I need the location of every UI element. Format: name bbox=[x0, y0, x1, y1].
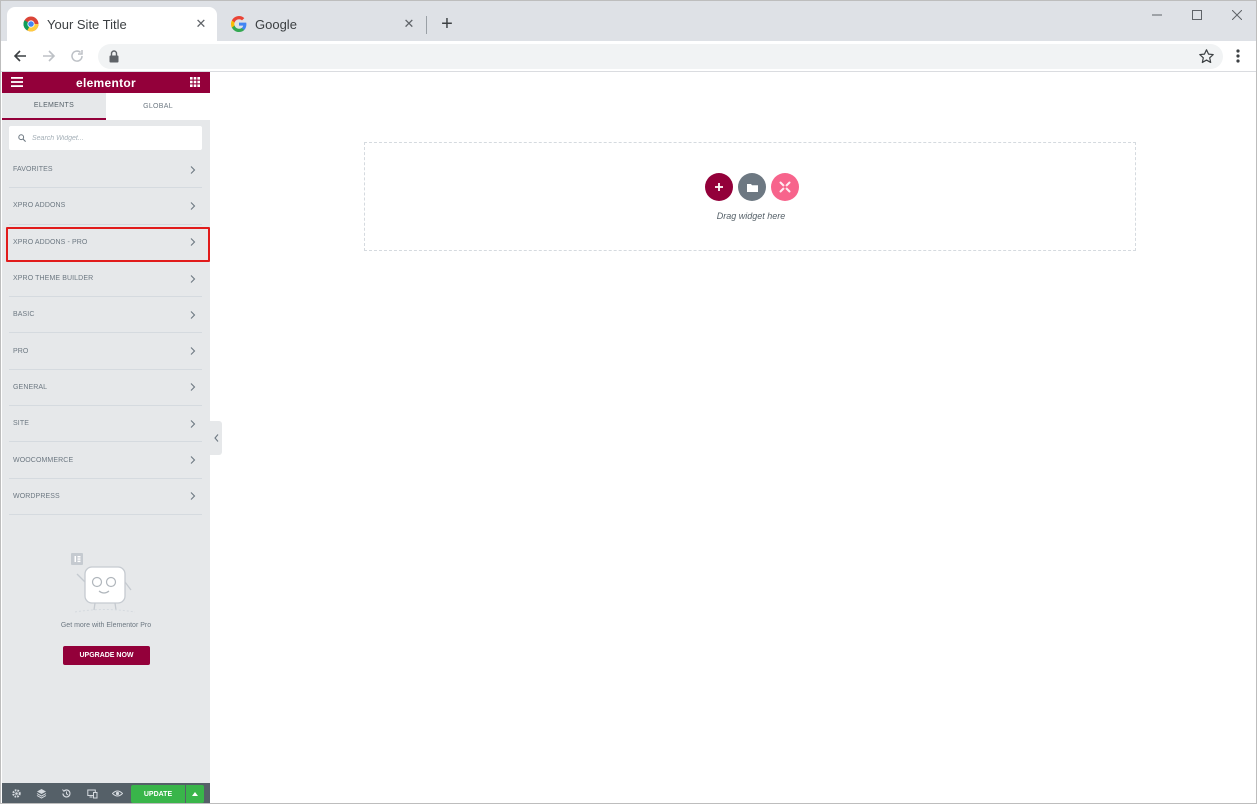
address-bar[interactable] bbox=[98, 44, 1223, 69]
category-woocommerce[interactable]: WOOCOMMERCE bbox=[9, 442, 202, 479]
category-label: WORDPRESS bbox=[13, 492, 60, 500]
category-label: WOOCOMMERCE bbox=[13, 456, 74, 464]
category-label: XPRO ADDONS bbox=[13, 202, 66, 210]
arrow-left-icon bbox=[13, 50, 26, 62]
folder-icon bbox=[746, 183, 758, 192]
tab-title: Google bbox=[255, 16, 297, 32]
panel-header: elementor bbox=[2, 72, 210, 93]
category-label: BASIC bbox=[13, 311, 35, 319]
browser-menu-button[interactable] bbox=[1229, 46, 1247, 66]
widget-search bbox=[9, 126, 202, 150]
category-general[interactable]: GENERAL bbox=[9, 370, 202, 407]
caret-up-icon bbox=[192, 792, 198, 796]
chevron-left-icon bbox=[213, 434, 218, 442]
category-label: PRO bbox=[13, 347, 29, 355]
tab-global[interactable]: GLOBAL bbox=[106, 93, 210, 120]
tab-google[interactable]: Google ✕ bbox=[215, 7, 425, 41]
chevron-right-icon bbox=[190, 310, 196, 319]
panel-tabs: ELEMENTS GLOBAL bbox=[2, 93, 210, 120]
history-icon[interactable] bbox=[61, 788, 72, 799]
chevron-right-icon bbox=[190, 347, 196, 356]
lock-icon bbox=[109, 50, 119, 63]
tab-elements[interactable]: ELEMENTS bbox=[2, 93, 106, 120]
chevron-right-icon bbox=[190, 456, 196, 464]
add-section-button[interactable] bbox=[705, 173, 733, 201]
elementor-panel: elementor ELEMENTS GLOBAL FAVORITES XPRO… bbox=[2, 72, 210, 803]
category-site[interactable]: SITE bbox=[9, 406, 202, 443]
chevron-right-icon bbox=[190, 492, 196, 501]
elementor-pro-mascot-icon bbox=[71, 553, 136, 613]
maximize-icon bbox=[1192, 10, 1202, 20]
tab-strip: Your Site Title ✕ Google ✕ + bbox=[1, 1, 1256, 41]
tab-your-site-title[interactable]: Your Site Title ✕ bbox=[7, 7, 217, 41]
category-label: XPRO THEME BUILDER bbox=[13, 275, 94, 283]
back-button[interactable] bbox=[9, 45, 31, 67]
chevron-right-icon bbox=[190, 165, 196, 174]
maximize-button[interactable] bbox=[1185, 5, 1209, 25]
layers-icon[interactable] bbox=[36, 788, 47, 799]
close-icon bbox=[1232, 10, 1242, 20]
responsive-mode-icon[interactable] bbox=[87, 788, 98, 799]
category-label: FAVORITES bbox=[13, 166, 53, 174]
upgrade-now-button[interactable]: UPGRADE NOW bbox=[63, 646, 150, 665]
settings-gear-icon[interactable] bbox=[11, 788, 22, 799]
hamburger-menu-icon[interactable] bbox=[11, 77, 23, 87]
update-button[interactable]: UPDATE bbox=[131, 785, 185, 803]
chevron-right-icon bbox=[190, 238, 196, 247]
new-tab-button[interactable]: + bbox=[437, 13, 457, 35]
category-favorites[interactable]: FAVORITES bbox=[9, 152, 202, 189]
category-label: SITE bbox=[13, 420, 29, 428]
reload-icon bbox=[71, 50, 83, 62]
chrome-icon bbox=[23, 16, 39, 32]
search-input[interactable] bbox=[32, 134, 192, 142]
close-tab-icon[interactable]: ✕ bbox=[401, 16, 417, 32]
preview-eye-icon[interactable] bbox=[112, 788, 123, 799]
category-pro[interactable]: PRO bbox=[9, 333, 202, 370]
widgets-grid-icon[interactable] bbox=[190, 77, 200, 87]
update-options-button[interactable] bbox=[186, 785, 204, 803]
category-xpro-addons-pro[interactable]: XPRO ADDONS - PRO bbox=[9, 225, 202, 261]
kebab-menu-icon bbox=[1236, 49, 1240, 63]
pro-promo: Get more with Elementor Pro UPGRADE NOW bbox=[2, 552, 210, 672]
panel-footer: UPDATE bbox=[2, 783, 210, 803]
tab-title: Your Site Title bbox=[47, 16, 127, 32]
panel-collapse-handle[interactable] bbox=[210, 421, 222, 455]
close-window-button[interactable] bbox=[1225, 5, 1249, 25]
close-tab-icon[interactable]: ✕ bbox=[193, 16, 209, 32]
browser-toolbar bbox=[1, 41, 1256, 72]
forward-button[interactable] bbox=[38, 45, 60, 67]
search-icon bbox=[18, 134, 26, 142]
category-basic[interactable]: BASIC bbox=[9, 297, 202, 334]
category-xpro-theme-builder[interactable]: XPRO THEME BUILDER bbox=[9, 261, 202, 298]
bookmark-star-icon[interactable] bbox=[1198, 48, 1215, 65]
chevron-right-icon bbox=[190, 383, 196, 392]
chevron-right-icon bbox=[190, 419, 196, 428]
chevron-right-icon bbox=[190, 274, 196, 283]
minimize-icon bbox=[1152, 14, 1162, 16]
tab-separator bbox=[426, 16, 427, 34]
add-template-button[interactable] bbox=[738, 173, 766, 201]
xpro-library-button[interactable] bbox=[771, 173, 799, 201]
category-list: FAVORITES XPRO ADDONS XPRO ADDONS - PRO … bbox=[9, 152, 202, 515]
category-wordpress[interactable]: WORDPRESS bbox=[9, 479, 202, 515]
category-label: XPRO ADDONS - PRO bbox=[13, 238, 88, 246]
google-g-icon bbox=[231, 16, 247, 32]
elementor-logo: elementor bbox=[75, 75, 137, 90]
empty-section-dropzone[interactable]: Drag widget here bbox=[364, 142, 1136, 251]
minimize-button[interactable] bbox=[1145, 5, 1169, 25]
chevron-right-icon bbox=[190, 202, 196, 210]
category-label: GENERAL bbox=[13, 383, 48, 391]
reload-button[interactable] bbox=[66, 45, 88, 67]
promo-text: Get more with Elementor Pro bbox=[60, 622, 152, 629]
xpro-logo-icon bbox=[779, 181, 791, 193]
editor-canvas: Drag widget here bbox=[222, 72, 1256, 803]
arrow-right-icon bbox=[43, 50, 56, 62]
category-xpro-addons[interactable]: XPRO ADDONS bbox=[9, 188, 202, 225]
plus-icon bbox=[715, 183, 723, 191]
browser-window: Your Site Title ✕ Google ✕ + elementor E… bbox=[0, 0, 1257, 804]
drag-widget-text: Drag widget here bbox=[716, 211, 786, 221]
